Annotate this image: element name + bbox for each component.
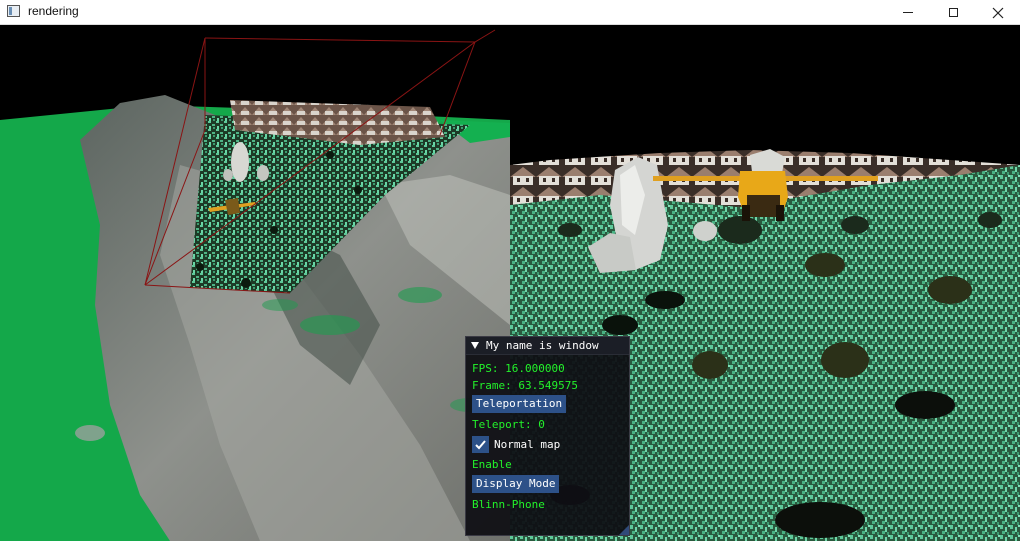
panel-title-bar[interactable]: My name is window [466,337,629,355]
fps-readout: FPS: 16.000000 [472,362,565,375]
app-window: rendering My name is window FPS: 16.0000… [0,0,1020,541]
checkmark-icon [475,439,486,449]
panel-title: My name is window [486,339,599,352]
normal-map-checkbox[interactable] [472,435,489,453]
teleport-value: Teleport: 0 [472,417,545,431]
panel-body: FPS: 16.000000 Frame: 63.549575 Teleport… [466,355,629,514]
resize-grip[interactable] [619,525,629,535]
window-title: rendering [28,4,79,18]
maximize-icon [948,8,958,17]
app-window-icon [7,5,20,17]
minimize-button[interactable] [885,0,931,25]
frame-readout: Frame: 63.549575 [472,379,578,392]
overview-scene [0,25,510,541]
minimize-icon [903,12,913,13]
teleportation-button[interactable]: Teleportation [472,395,567,413]
normal-map-row[interactable]: Normal map [472,434,629,454]
display-mode-value: Blinn-Phone [472,497,545,511]
settings-panel: My name is window FPS: 16.000000 Frame: … [465,336,630,536]
collapse-triangle-icon[interactable] [471,342,479,349]
close-button[interactable] [975,0,1020,25]
normal-map-label: Normal map [494,437,561,451]
close-icon [992,7,1004,18]
enable-status: Enable [472,457,512,471]
title-bar[interactable]: rendering [0,0,1020,25]
overview-viewport[interactable] [0,25,510,541]
maximize-button[interactable] [930,0,976,25]
display-mode-button[interactable]: Display Mode [472,475,560,493]
